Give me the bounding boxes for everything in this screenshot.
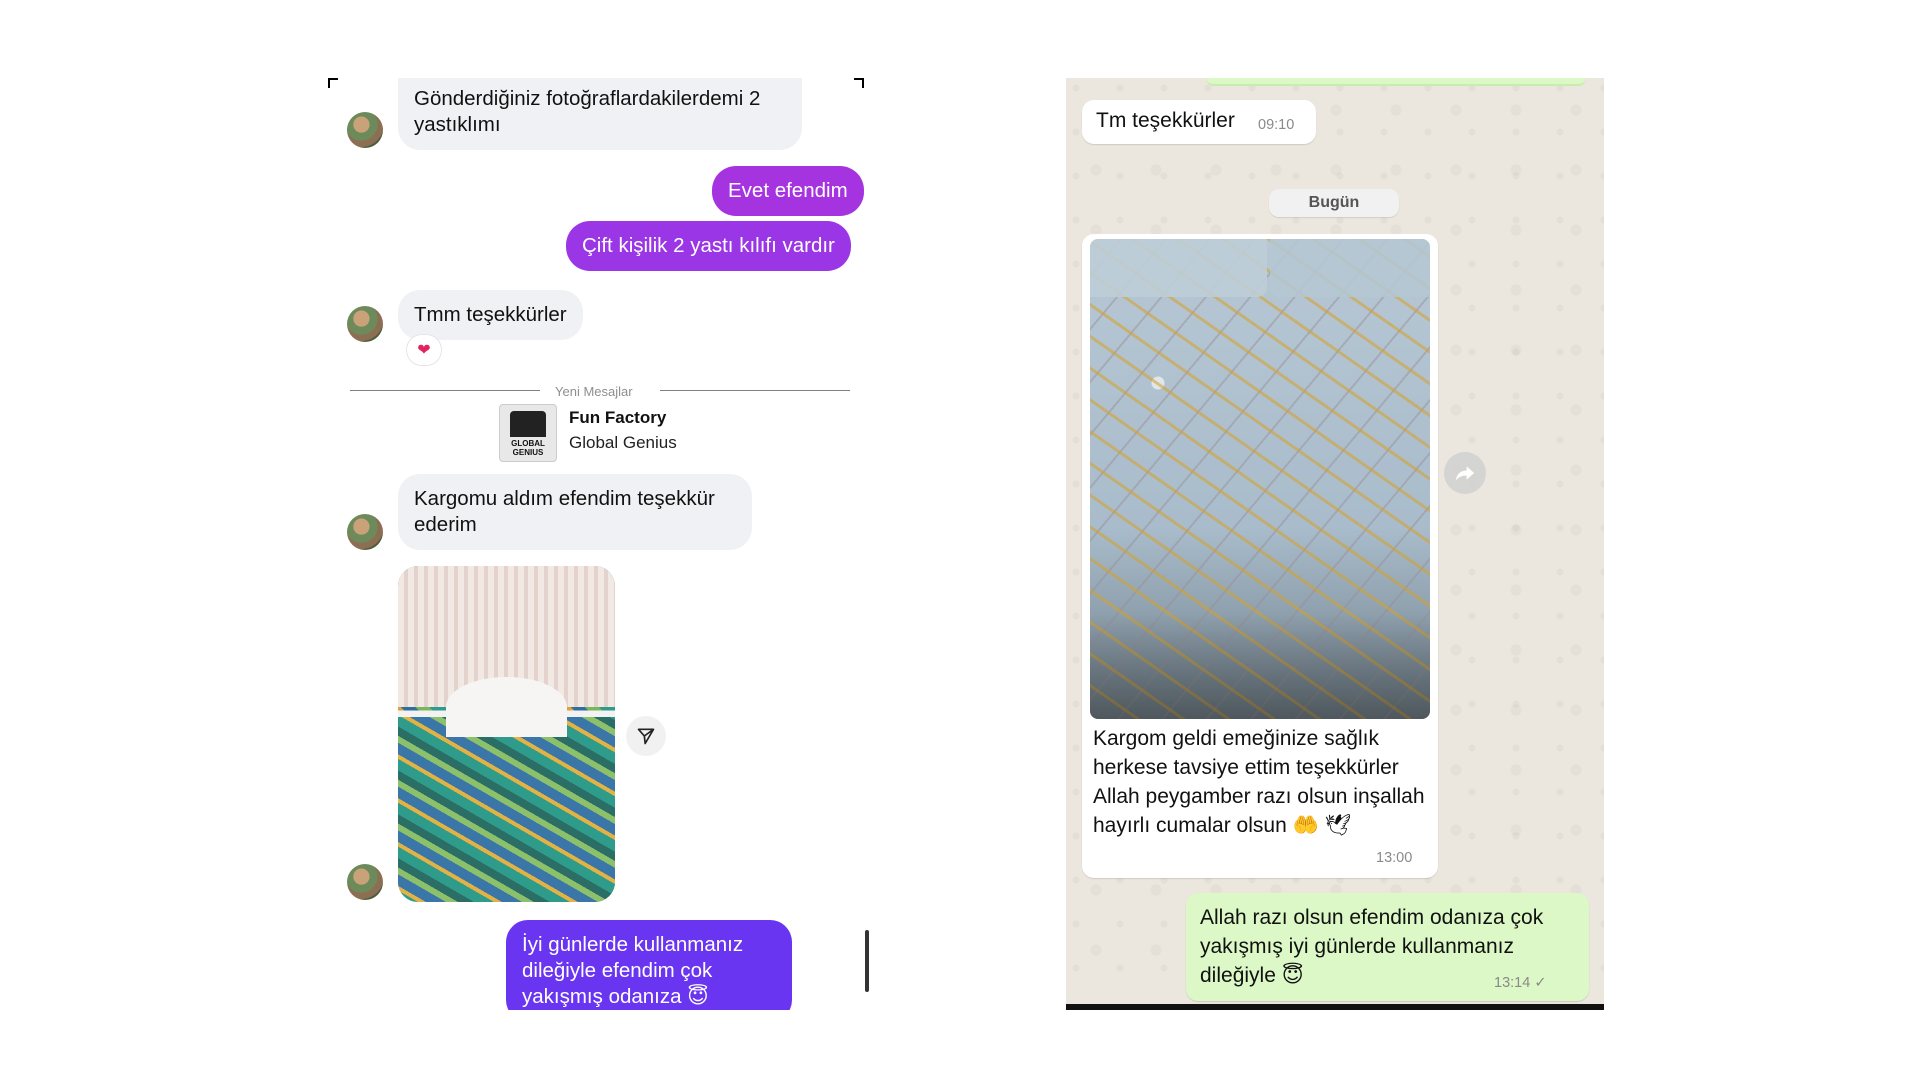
photo-shadow: [1090, 613, 1430, 719]
scrollbar[interactable]: [865, 930, 869, 992]
photo-pillow: [1270, 239, 1430, 297]
message-time: 09:10: [1258, 117, 1295, 133]
message-text: Evet efendim: [728, 179, 848, 202]
message-text: Gönderdiğiniz fotoğraflardakilerdemi 2 y…: [414, 87, 761, 136]
incoming-message[interactable]: Gönderdiğiniz fotoğraflardakilerdemi 2 y…: [398, 78, 802, 150]
share-button[interactable]: [626, 716, 666, 756]
message-text: Kargomu aldım efendim teşekkür ederim: [414, 487, 715, 536]
outgoing-message[interactable]: İyi günlerde kullanmanız dileğiyle efend…: [506, 920, 792, 1010]
account-name[interactable]: Fun Factory: [569, 408, 666, 428]
logo-shape: [510, 411, 546, 437]
incoming-photo-message[interactable]: Kargom geldi emeğinize sağlık herkese ta…: [1082, 234, 1438, 878]
message-text: İyi günlerde kullanmanız dileğiyle efend…: [522, 933, 744, 1008]
avatar[interactable]: [347, 864, 383, 900]
photo-pillow: [1090, 239, 1267, 297]
whatsapp-chat-panel: Tm teşekkürler 09:10 Bugün Kargom geldi …: [1066, 78, 1604, 1006]
message-text: Tm teşekkürler: [1096, 109, 1235, 132]
instagram-chat-panel: Gönderdiğiniz fotoğraflardakilerdemi 2 y…: [328, 78, 874, 1010]
outgoing-message[interactable]: Allah razı olsun efendim odanıza çok yak…: [1186, 893, 1589, 1001]
photo-bed: [398, 717, 615, 902]
avatar[interactable]: [347, 306, 383, 342]
incoming-message[interactable]: Tm teşekkürler 09:10: [1082, 100, 1316, 144]
message-text: Çift kişilik 2 yastı kılıfı vardır: [582, 234, 835, 257]
message-text: Tmm teşekkürler: [414, 303, 567, 326]
heart-reaction-icon[interactable]: ❤: [406, 334, 442, 366]
send-icon: [637, 728, 655, 745]
photo-message[interactable]: [398, 566, 615, 902]
panel-bottom-border: [1066, 1004, 1604, 1010]
message-time: 13:00: [1376, 850, 1413, 866]
photo-headboard: [445, 676, 568, 738]
avatar[interactable]: [347, 112, 383, 148]
date-chip: Bugün: [1269, 189, 1399, 217]
message-caption: Kargom geldi emeğinize sağlık herkese ta…: [1093, 727, 1425, 837]
outgoing-message[interactable]: Çift kişilik 2 yastı kılıfı vardır: [566, 221, 851, 271]
message-time: 13:14 ✓: [1494, 975, 1547, 991]
avatar[interactable]: [347, 514, 383, 550]
incoming-message[interactable]: Kargomu aldım efendim teşekkür ederim: [398, 474, 752, 550]
bed-photo[interactable]: [1090, 239, 1430, 719]
incoming-message[interactable]: Tmm teşekkürler: [398, 290, 583, 340]
previous-message-edge: [1206, 78, 1586, 86]
account-logo[interactable]: GLOBAL GENIUS: [499, 404, 557, 462]
divider-line: [660, 390, 850, 391]
forward-button[interactable]: [1444, 452, 1486, 494]
new-messages-label: Yeni Mesajlar: [555, 384, 633, 399]
frame-corner: [328, 78, 338, 88]
account-subtitle: Global Genius: [569, 433, 677, 452]
divider-line: [350, 390, 540, 391]
reaction-emoji: ❤: [417, 342, 431, 359]
logo-text: GLOBAL GENIUS: [511, 439, 545, 457]
frame-corner: [854, 78, 864, 88]
outgoing-message[interactable]: Evet efendim: [712, 166, 864, 216]
forward-icon: [1455, 466, 1475, 481]
